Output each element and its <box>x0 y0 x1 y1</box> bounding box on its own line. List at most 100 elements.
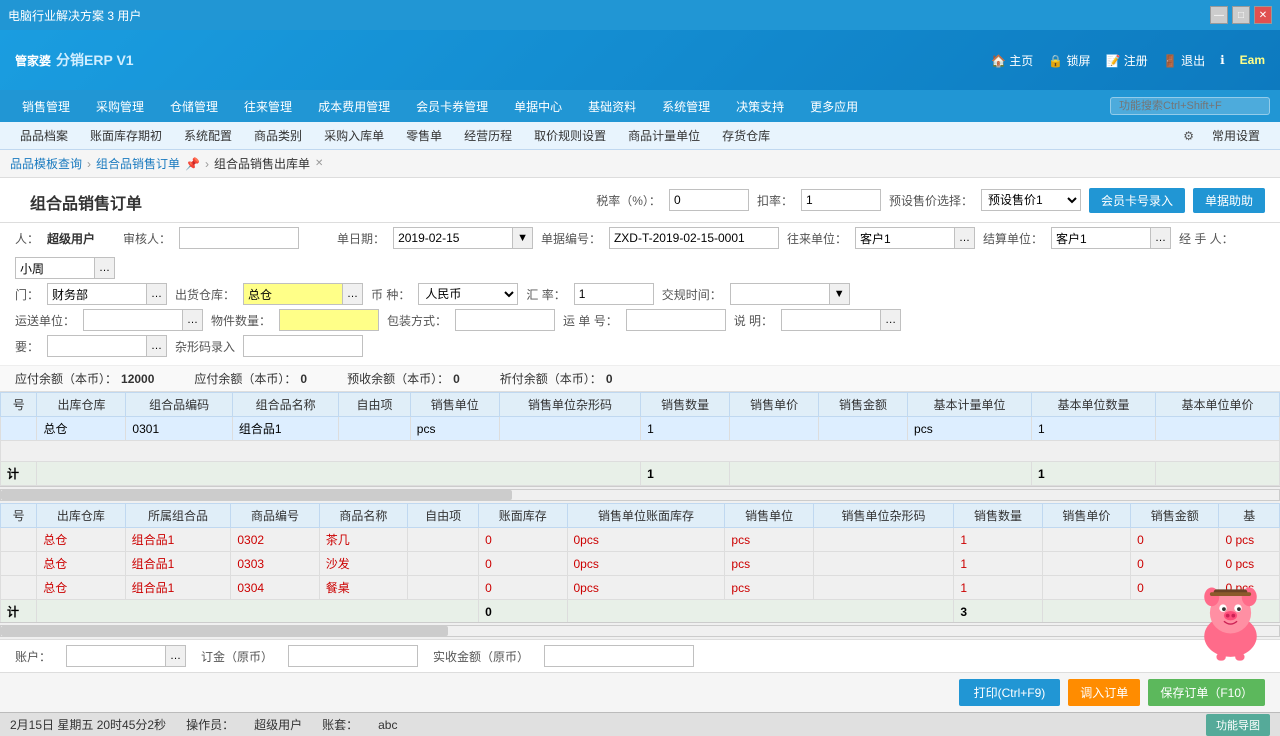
required-input[interactable] <box>47 335 147 357</box>
bcell-base: 0 pcs <box>1219 528 1280 552</box>
exchange-time-btn[interactable]: ▼ <box>830 283 850 305</box>
exchange-time-input[interactable] <box>730 283 830 305</box>
table-row[interactable]: 总仓 组合品1 0304 餐桌 0 0pcs pcs 1 0 0 pcs <box>1 576 1280 600</box>
nav-system[interactable]: 系统管理 <box>650 94 722 119</box>
required-btn[interactable]: … <box>147 335 167 357</box>
save-btn[interactable]: 保存订单（F10） <box>1148 679 1265 706</box>
date-btn[interactable]: ▼ <box>513 227 533 249</box>
top-scrollbar[interactable] <box>0 489 1280 501</box>
nav-member[interactable]: 会员卡券管理 <box>404 94 500 119</box>
subnav-purchase-in[interactable]: 采购入库单 <box>314 125 394 146</box>
home-link[interactable]: 🏠 主页 <box>991 52 1033 69</box>
reviewer-input[interactable] <box>179 227 299 249</box>
table-row[interactable]: 总仓 0301 组合品1 pcs 1 pcs 1 <box>1 417 1280 441</box>
bcell-warehouse: 总仓 <box>37 576 125 600</box>
nav-sales[interactable]: 销售管理 <box>10 94 82 119</box>
cell-unit-code <box>499 417 640 441</box>
subnav-retail[interactable]: 零售单 <box>396 125 452 146</box>
register-link[interactable]: 📝 注册 <box>1106 52 1148 69</box>
common-settings[interactable]: 常用设置 <box>1202 125 1270 146</box>
packing-input[interactable] <box>455 309 555 331</box>
manager-btn[interactable]: … <box>95 257 115 279</box>
actual-input[interactable] <box>544 645 694 667</box>
currency-label: 币 种： <box>371 286 410 303</box>
date-input[interactable] <box>393 227 513 249</box>
nav-documents[interactable]: 单据中心 <box>502 94 574 119</box>
nav-more[interactable]: 更多应用 <box>798 94 870 119</box>
to-unit-btn[interactable]: … <box>955 227 975 249</box>
account-btn[interactable]: … <box>166 645 186 667</box>
order-input[interactable] <box>288 645 418 667</box>
settle-field: … <box>1051 227 1171 249</box>
subnav-history[interactable]: 经营历程 <box>454 125 522 146</box>
subnav-inventory[interactable]: 存货仓库 <box>712 125 780 146</box>
exchange-time-field: ▼ <box>730 283 850 305</box>
account-input[interactable] <box>66 645 166 667</box>
print-btn[interactable]: 打印(Ctrl+F9) <box>959 679 1061 706</box>
logistics-btn[interactable]: … <box>183 309 203 331</box>
breadcrumb-sales-order[interactable]: 组合品销售订单 <box>96 155 180 172</box>
parts-input[interactable] <box>279 309 379 331</box>
subnav-stockinit[interactable]: 账面库存期初 <box>80 125 172 146</box>
subnav-pricing[interactable]: 取价规则设置 <box>524 125 616 146</box>
total-qty: 1 <box>641 462 730 486</box>
bth-unit-code: 销售单位杂形码 <box>813 504 954 528</box>
subnav-archive[interactable]: 品品档案 <box>10 125 78 146</box>
nav-transactions[interactable]: 往来管理 <box>232 94 304 119</box>
bcell-unit-stock: 0pcs <box>567 552 725 576</box>
nav-decision[interactable]: 决策支持 <box>724 94 796 119</box>
person-value: 超级用户 <box>47 230 95 247</box>
top-table-header: 号 出库仓库 组合品编码 组合品名称 自由项 销售单位 销售单位杂形码 销售数量… <box>1 393 1280 417</box>
nav-basic[interactable]: 基础资料 <box>576 94 648 119</box>
nav-search[interactable] <box>1110 97 1270 115</box>
settle-input[interactable] <box>1051 227 1151 249</box>
maximize-btn[interactable]: □ <box>1232 6 1250 24</box>
logistics-input[interactable] <box>83 309 183 331</box>
manager-input[interactable] <box>15 257 95 279</box>
nav-purchase[interactable]: 采购管理 <box>84 94 156 119</box>
table-row[interactable] <box>1 441 1280 462</box>
discount-input[interactable] <box>801 189 881 211</box>
dept-input[interactable] <box>47 283 147 305</box>
logout-link[interactable]: 🚪 退出 <box>1163 52 1205 69</box>
nav-cost[interactable]: 成本费用管理 <box>306 94 402 119</box>
bcell-code: 0304 <box>231 576 319 600</box>
warehouse-input[interactable] <box>243 283 343 305</box>
func-map-btn[interactable]: 功能导图 <box>1206 714 1270 736</box>
currency-select[interactable]: 人民币 <box>418 283 518 305</box>
import-btn[interactable]: 调入订单 <box>1068 679 1140 706</box>
tax-input[interactable] <box>669 189 749 211</box>
subnav-config[interactable]: 系统配置 <box>174 125 242 146</box>
note-btn[interactable]: … <box>881 309 901 331</box>
help-btn[interactable]: 单据助助 <box>1193 188 1265 213</box>
warehouse-btn[interactable]: … <box>343 283 363 305</box>
minimize-btn[interactable]: — <box>1210 6 1228 24</box>
member-card-btn[interactable]: 会员卡号录入 <box>1089 188 1185 213</box>
exchange-input[interactable] <box>574 283 654 305</box>
settle-btn[interactable]: … <box>1151 227 1171 249</box>
close-btn[interactable]: ✕ <box>1254 6 1272 24</box>
shipment-label: 运 单 号： <box>563 312 618 329</box>
bottom-scrollbar[interactable] <box>0 625 1280 637</box>
breadcrumb-close[interactable]: ✕ <box>315 158 323 169</box>
manager-label: 经 手 人： <box>1179 230 1234 247</box>
table-row[interactable]: 总仓 组合品1 0302 茶几 0 0pcs pcs 1 0 0 pcs <box>1 528 1280 552</box>
nav-warehouse[interactable]: 仓储管理 <box>158 94 230 119</box>
subnav-unit[interactable]: 商品计量单位 <box>618 125 710 146</box>
to-unit-input[interactable] <box>855 227 955 249</box>
breadcrumb-template[interactable]: 品品模板查询 <box>10 155 82 172</box>
table-row[interactable]: 总仓 组合品1 0303 沙发 0 0pcs pcs 1 0 0 pcs <box>1 552 1280 576</box>
info-link[interactable]: ℹ <box>1220 53 1225 67</box>
subnav-category[interactable]: 商品类别 <box>244 125 312 146</box>
shipment-input[interactable] <box>626 309 726 331</box>
price-select[interactable]: 预设售价1 <box>981 189 1081 211</box>
lock-link[interactable]: 🔒 锁屏 <box>1048 52 1090 69</box>
bth-name: 商品名称 <box>319 504 407 528</box>
balance-label: 应付余额（本币）： <box>15 370 117 387</box>
note-input[interactable] <box>781 309 881 331</box>
order-no-input[interactable] <box>609 227 779 249</box>
dept-btn[interactable]: … <box>147 283 167 305</box>
cell-base-unit: pcs <box>908 417 1032 441</box>
th-base-price: 基本单位单价 <box>1155 393 1279 417</box>
barcode-input[interactable] <box>243 335 363 357</box>
